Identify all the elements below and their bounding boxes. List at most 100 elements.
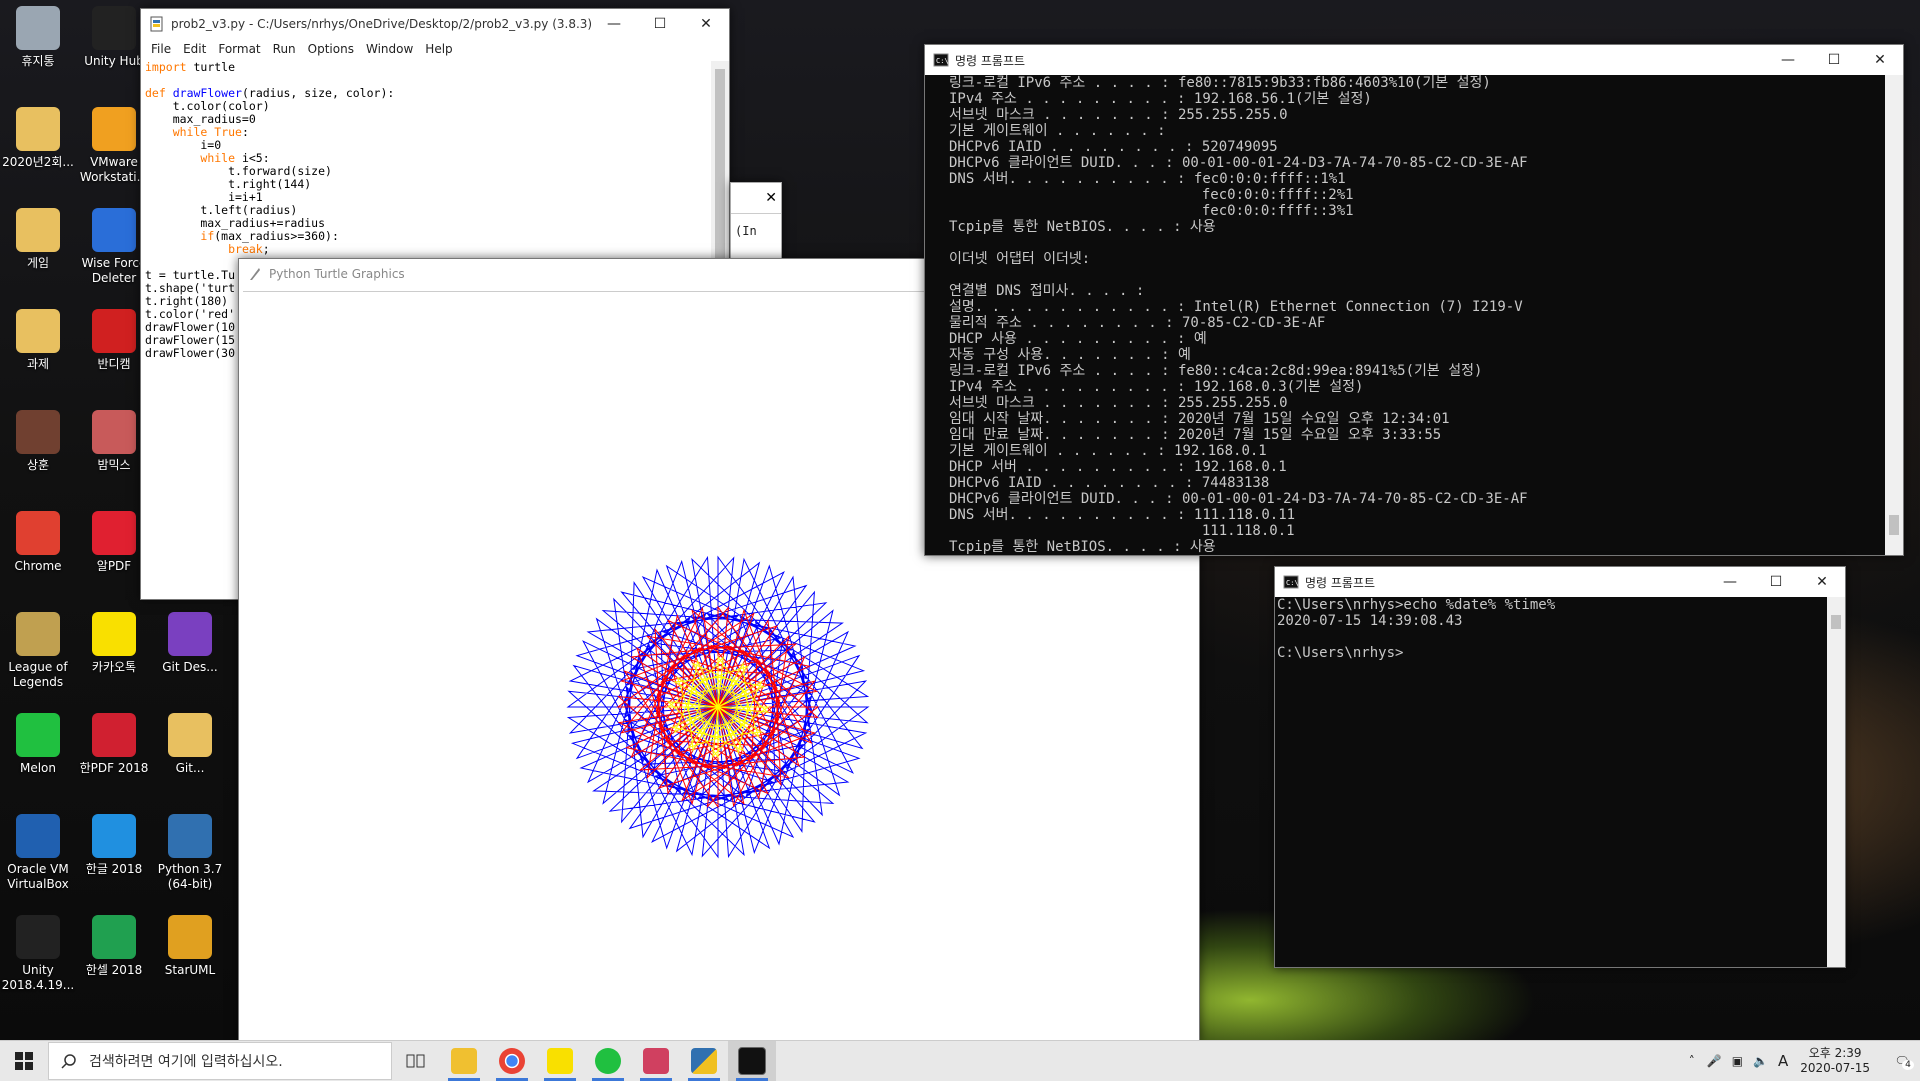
desktop-icon[interactable]: Oracle VM VirtualBox — [0, 814, 76, 892]
desktop-icon[interactable]: StarUML — [152, 915, 228, 978]
network-icon[interactable]: ▣ — [1732, 1054, 1743, 1068]
app-icon — [92, 713, 136, 757]
code-line: while True: — [172, 125, 249, 139]
clock[interactable]: 오후 2:39 2020-07-15 — [1800, 1046, 1870, 1076]
app-icon — [168, 814, 212, 858]
app-icon — [16, 6, 60, 50]
app-icon — [168, 713, 212, 757]
console-line: 링크-로컬 IPv6 주소 . . . . : fe80::7815:9b33:… — [949, 75, 1491, 91]
menu-options[interactable]: Options — [302, 42, 360, 56]
svg-text:C:\: C:\ — [1286, 579, 1299, 587]
idle-titlebar[interactable]: prob2_v3.py - C:/Users/nrhys/OneDrive/De… — [141, 9, 729, 39]
desktop-icon-label: StarUML — [164, 963, 216, 977]
app-icon — [92, 107, 136, 151]
kakaotalk-icon — [547, 1048, 573, 1074]
desktop-icon[interactable]: 카카오톡 — [76, 612, 152, 675]
menu-format[interactable]: Format — [212, 42, 266, 56]
cmd1-console-output[interactable]: 링크-로컬 IPv6 주소 . . . . : fe80::7815:9b33:… — [925, 75, 1883, 555]
console-line: 링크-로컬 IPv6 주소 . . . . : fe80::c4ca:2c8d:… — [949, 363, 1483, 379]
ime-indicator[interactable]: A — [1778, 1052, 1788, 1070]
desktop-icon-label: Chrome — [14, 559, 62, 573]
desktop-icon[interactable]: 상훈 — [0, 410, 76, 473]
app-icon — [16, 309, 60, 353]
code-line: import turtle — [145, 60, 236, 74]
minimize-button[interactable]: — — [1765, 45, 1811, 75]
desktop-icon-label: Git... — [175, 761, 205, 775]
console-line: C:\Users\nrhys> — [1277, 645, 1404, 661]
console-line: Tcpip를 통한 NetBIOS. . . . : 사용 — [949, 539, 1216, 555]
desktop-icon[interactable]: 한셀 2018 — [76, 915, 152, 978]
taskbar-file-explorer[interactable] — [440, 1041, 488, 1081]
desktop-icon[interactable]: Melon — [0, 713, 76, 776]
notification-count: 4 — [1902, 1060, 1914, 1070]
minimize-button[interactable]: — — [591, 9, 637, 39]
close-button[interactable]: ✕ — [1799, 567, 1845, 597]
taskbar-kakaotalk[interactable] — [536, 1041, 584, 1081]
desktop-icon[interactable]: League of Legends — [0, 612, 76, 690]
cmd2-console-output[interactable]: C:\Users\nrhys>echo %date% %time% 2020-07… — [1275, 597, 1827, 967]
maximize-button[interactable]: ☐ — [637, 9, 683, 39]
console-line: DHCP 서버 . . . . . . . . . : 192.168.0.1 — [949, 459, 1287, 475]
close-button[interactable]: ✕ — [683, 9, 729, 39]
volume-icon[interactable]: 🔈 — [1753, 1054, 1768, 1068]
close-button[interactable]: ✕ — [1857, 45, 1903, 75]
clock-date: 2020-07-15 — [1800, 1061, 1870, 1075]
notification-button[interactable]: 🗨 4 — [1884, 1054, 1920, 1070]
task-view-button[interactable] — [392, 1041, 440, 1081]
desktop-icon[interactable]: Git Des... — [152, 612, 228, 675]
app-icon — [16, 410, 60, 454]
chevron-up-icon[interactable]: ˄ — [1689, 1054, 1695, 1068]
taskbar-cmd[interactable] — [728, 1041, 776, 1081]
maximize-button[interactable]: ☐ — [1811, 45, 1857, 75]
console-line: 자동 구성 사용. . . . . . . : 예 — [949, 347, 1191, 363]
console-line: 이더넷 어댑터 이더넷: — [949, 251, 1091, 267]
console-line: 연결별 DNS 접미사. . . . : — [949, 283, 1145, 299]
app-icon — [92, 208, 136, 252]
microphone-icon[interactable]: 🎤 — [1707, 1054, 1722, 1068]
taskbar-melon[interactable] — [584, 1041, 632, 1081]
desktop-icon[interactable]: 휴지통 — [0, 6, 76, 69]
console-line: 물리적 주소 . . . . . . . . : 70-85-C2-CD-3E-… — [949, 315, 1326, 331]
taskbar: 검색하려면 여기에 입력하십시오. ˄ 🎤 ▣ 🔈 A 오후 2:39 2020… — [0, 1040, 1920, 1081]
desktop-icon[interactable]: 한글 2018 — [76, 814, 152, 877]
desktop-icon[interactable]: Unity 2018.4.19... — [0, 915, 76, 993]
app-icon — [92, 612, 136, 656]
menu-edit[interactable]: Edit — [177, 42, 212, 56]
desktop-icon-label: Melon — [19, 761, 57, 775]
desktop-icon[interactable]: Git... — [152, 713, 228, 776]
cmd1-scrollbar[interactable] — [1885, 75, 1903, 555]
console-line: Tcpip를 통한 NetBIOS. . . . : 사용 — [949, 219, 1216, 235]
system-tray: ˄ 🎤 ▣ 🔈 A 오후 2:39 2020-07-15 🗨 4 — [1689, 1041, 1920, 1081]
close-button[interactable]: ✕ — [731, 183, 781, 213]
console-line: 서브넷 마스크 . . . . . . . : 255.255.255.0 — [949, 395, 1288, 411]
desktop-icon[interactable]: Chrome — [0, 511, 76, 574]
cmd1-titlebar[interactable]: C:\ 명령 프롬프트 — ☐ ✕ — [925, 45, 1903, 75]
taskbar-search[interactable]: 검색하려면 여기에 입력하십시오. — [48, 1042, 392, 1080]
taskbar-chrome[interactable] — [488, 1041, 536, 1081]
desktop-icon-label: 과제 — [26, 357, 50, 371]
cmd2-titlebar[interactable]: C:\ 명령 프롬프트 — ☐ ✕ — [1275, 567, 1845, 597]
taskbar-python[interactable] — [680, 1041, 728, 1081]
svg-text:C:\: C:\ — [936, 57, 949, 65]
app-icon — [168, 612, 212, 656]
taskbar-snipping[interactable] — [632, 1041, 680, 1081]
desktop-icon-label: 상훈 — [26, 458, 50, 472]
app-icon — [16, 511, 60, 555]
maximize-button[interactable]: ☐ — [1753, 567, 1799, 597]
menu-file[interactable]: File — [145, 42, 177, 56]
console-line: DHCPv6 클라이언트 DUID. . . : 00-01-00-01-24-… — [949, 155, 1528, 171]
desktop-icon[interactable]: 게임 — [0, 208, 76, 271]
desktop-icon-label: 한셀 2018 — [85, 963, 143, 977]
desktop-icon[interactable]: 2020년2회... — [0, 107, 76, 170]
start-button[interactable] — [0, 1041, 48, 1081]
menu-run[interactable]: Run — [267, 42, 302, 56]
menu-window[interactable]: Window — [360, 42, 419, 56]
minimize-button[interactable]: — — [1707, 567, 1753, 597]
desktop-icon[interactable]: 과제 — [0, 309, 76, 372]
desktop-icon-label: 휴지통 — [21, 54, 55, 68]
menu-help[interactable]: Help — [419, 42, 458, 56]
desktop-icon[interactable]: Python 3.7 (64-bit) — [152, 814, 228, 892]
cmd2-scrollbar[interactable] — [1827, 597, 1845, 967]
desktop-icon[interactable]: 한PDF 2018 — [76, 713, 152, 776]
